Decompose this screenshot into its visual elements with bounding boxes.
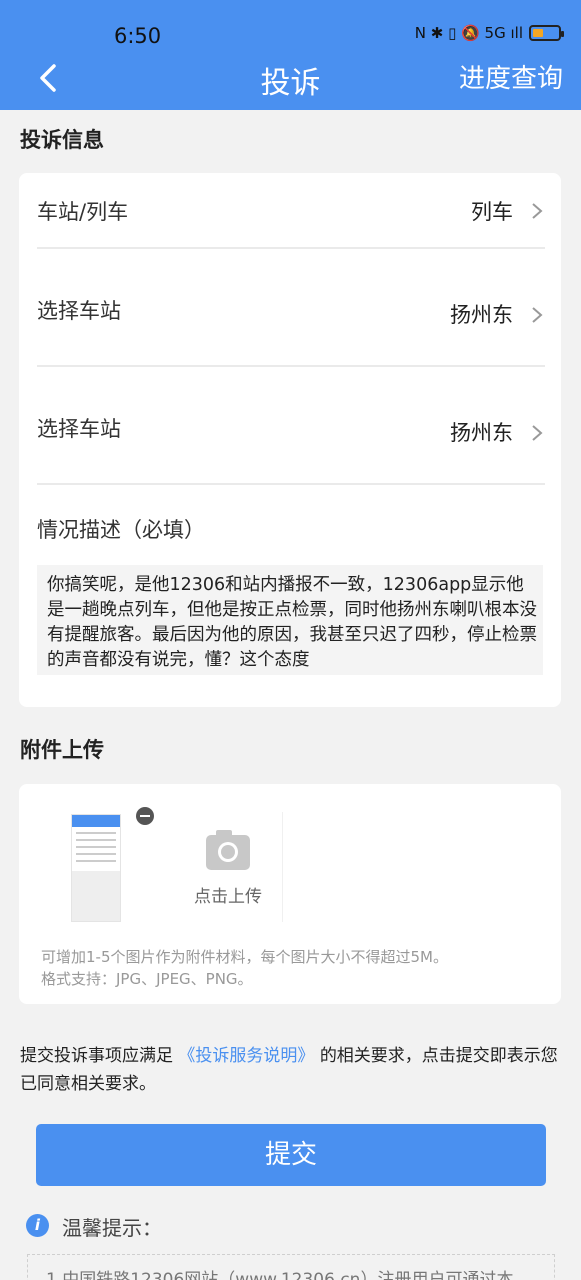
status-time: 6:50 [114, 24, 162, 48]
status-icons-text: N ✱ ▯ 🔕 5G ıll [414, 24, 523, 42]
info-icon: i [26, 1214, 49, 1237]
chevron-right-icon [532, 307, 543, 323]
upload-button[interactable]: 点击上传 [173, 812, 283, 922]
attachment-hint-1: 可增加1-5个图片作为附件材料，每个图片大小不得超过5M。 [41, 948, 448, 966]
row-value: 扬州东 [450, 303, 513, 327]
chevron-right-icon [532, 203, 543, 219]
tips-title: 温馨提示： [62, 1216, 162, 1240]
attachment-section-title: 附件上传 [20, 738, 104, 762]
tips-line-1: 1.中国铁路12306网站（www.12306.cn）注册用户可通过本 [46, 1270, 514, 1280]
row-station-train[interactable]: 车站/列车 列车 [19, 173, 561, 249]
service-terms-link[interactable]: 《投诉服务说明》 [178, 1046, 314, 1066]
row-label: 选择车站 [37, 299, 121, 323]
complaint-card: 车站/列车 列车 选择车站 扬州东 选择车站 扬州东 情况描述（必填） 你搞笑呢… [19, 173, 561, 707]
upload-label: 点击上传 [194, 887, 262, 907]
attachment-thumbnail[interactable] [71, 814, 121, 922]
attachment-card: 点击上传 可增加1-5个图片作为附件材料，每个图片大小不得超过5M。 格式支持：… [19, 784, 561, 1004]
row-select-station-2[interactable]: 选择车站 扬州东 [19, 367, 561, 483]
row-value: 扬州东 [450, 421, 513, 445]
divider [37, 483, 545, 485]
chevron-right-icon [532, 425, 543, 441]
tips-box: 1.中国铁路12306网站（www.12306.cn）注册用户可通过本 [27, 1254, 555, 1280]
description-label: 情况描述（必填） [37, 518, 205, 542]
status-icons: N ✱ ▯ 🔕 5G ıll [414, 24, 564, 42]
row-label: 选择车站 [37, 417, 121, 441]
notice-prefix: 提交投诉事项应满足 [20, 1046, 173, 1066]
submit-notice: 提交投诉事项应满足 《投诉服务说明》 的相关要求，点击提交即表示您已同意相关要求… [20, 1042, 560, 1098]
remove-attachment-button[interactable] [136, 807, 154, 825]
row-select-station-1[interactable]: 选择车站 扬州东 [19, 249, 561, 365]
row-value: 列车 [471, 200, 513, 224]
app-header: 6:50 N ✱ ▯ 🔕 5G ıll 投诉 进度查询 [0, 0, 581, 110]
complaint-section-title: 投诉信息 [20, 128, 104, 152]
description-textarea[interactable]: 你搞笑呢，是他12306和站内播报不一致，12306app显示他是一趟晚点列车，… [37, 565, 543, 675]
row-label: 车站/列车 [37, 200, 129, 224]
camera-icon [206, 830, 250, 870]
progress-query-link[interactable]: 进度查询 [459, 58, 563, 95]
battery-icon [529, 25, 564, 41]
attachment-hint-2: 格式支持：JPG、JPEG、PNG。 [41, 970, 253, 988]
submit-button[interactable]: 提交 [36, 1124, 546, 1186]
